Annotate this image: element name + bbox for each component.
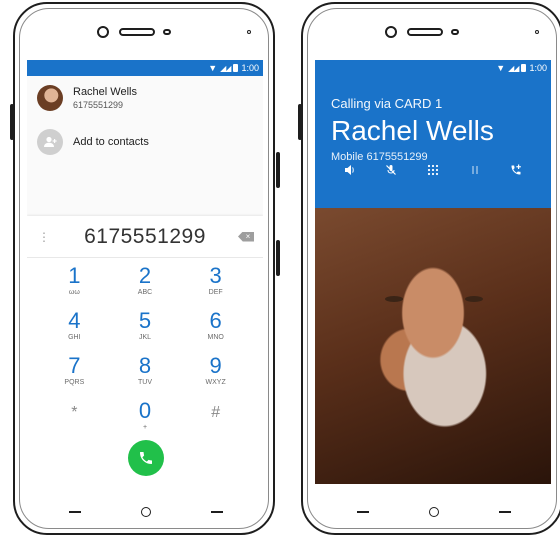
add-contact-icon: [37, 129, 63, 155]
key-7[interactable]: 7 PQRS: [39, 354, 110, 396]
front-camera: [97, 26, 109, 38]
dialpad-icon[interactable]: [423, 164, 443, 179]
indicator-dot: [535, 30, 539, 34]
call-button[interactable]: [128, 440, 164, 476]
status-time: 1:00: [241, 63, 259, 73]
mute-icon[interactable]: [381, 164, 401, 179]
signal-icon: ◢◢: [508, 63, 519, 73]
side-button: [276, 152, 280, 188]
nav-bar: [303, 507, 560, 517]
home-button[interactable]: [141, 507, 151, 517]
key-digit: 5: [138, 308, 152, 333]
speaker-icon[interactable]: [340, 164, 360, 179]
status-bar: ▼ ◢◢ 1:00: [315, 60, 551, 76]
recents-button[interactable]: [499, 511, 511, 513]
key-digit: 7: [68, 353, 81, 378]
photo-detail: [385, 296, 403, 302]
keypad: 1 ωω 2 ABC 3 DEF 4 GHI 5 JKL 6 MNO 7 PQRS 8 TUV …: [27, 258, 263, 441]
key-digit: 6: [209, 308, 222, 333]
key-digit: 8: [138, 353, 152, 378]
sensor: [163, 29, 171, 35]
home-button[interactable]: [429, 507, 439, 517]
digits-row: ⋮ 6175551299 ×: [27, 216, 263, 258]
status-bar: ▼ ◢◢ 1:00: [27, 60, 263, 76]
key-letters: DEF: [208, 289, 223, 296]
battery-icon: [521, 64, 527, 72]
back-button[interactable]: [69, 511, 81, 513]
battery-icon: [233, 64, 239, 72]
recents-button[interactable]: [211, 511, 223, 513]
dialpad: ⋮ 6175551299 × 1 ωω 2 ABC 3 DEF 4 GHI 5 JKL 6…: [27, 216, 263, 484]
key-hash[interactable]: #: [180, 399, 251, 441]
key-2[interactable]: 2 ABC: [110, 264, 181, 306]
key-star[interactable]: *: [39, 399, 110, 441]
caller-detail: Mobile 6175551299: [331, 151, 428, 163]
wifi-icon: ▼: [208, 63, 218, 73]
key-digit: *: [71, 404, 78, 421]
backspace-icon[interactable]: ×: [229, 231, 263, 242]
key-letters: GHI: [68, 334, 81, 341]
key-0[interactable]: 0 +: [110, 399, 181, 441]
key-digit: 1: [68, 263, 81, 288]
key-1[interactable]: 1 ωω: [39, 264, 110, 306]
earpiece: [119, 28, 155, 36]
key-letters: WXYZ: [205, 379, 226, 386]
back-button[interactable]: [357, 511, 369, 513]
key-letters: ABC: [137, 289, 153, 296]
key-digit: 2: [138, 263, 152, 288]
key-9[interactable]: 9 WXYZ: [180, 354, 251, 396]
dialed-digits[interactable]: 6175551299: [61, 225, 229, 249]
key-letters: MNO: [207, 334, 224, 341]
hold-icon[interactable]: [465, 164, 485, 179]
key-digit: 0: [138, 398, 152, 423]
side-button: [298, 104, 302, 140]
key-digit: #: [211, 404, 221, 421]
caller-name: Rachel Wells: [331, 115, 494, 146]
caller-photo: [315, 208, 551, 484]
contact-name: Rachel Wells: [73, 86, 137, 98]
key-letters: JKL: [138, 334, 152, 341]
call-actions: [315, 164, 551, 179]
key-letters: TUV: [137, 379, 152, 386]
dialer-screen: ▼ ◢◢ 1:00 Rachel Wells 6175551299 Add to…: [27, 60, 263, 484]
phone-left: ▼ ◢◢ 1:00 Rachel Wells 6175551299 Add to…: [10, 2, 280, 535]
wifi-icon: ▼: [496, 63, 506, 73]
status-time: 1:00: [529, 63, 547, 73]
earpiece: [407, 28, 443, 36]
side-button: [10, 104, 14, 140]
add-to-contacts[interactable]: Add to contacts: [27, 120, 263, 164]
photo-detail: [465, 296, 483, 302]
indicator-dot: [247, 30, 251, 34]
key-4[interactable]: 4 GHI: [39, 309, 110, 351]
overflow-menu-icon[interactable]: ⋮: [27, 230, 61, 244]
side-button: [276, 240, 280, 276]
contact-number: 6175551299: [73, 100, 124, 110]
calling-via: Calling via CARD 1: [331, 96, 443, 111]
key-digit: 3: [209, 263, 222, 288]
avatar: [37, 85, 63, 111]
key-digit: 4: [68, 308, 81, 333]
call-header: Calling via CARD 1 Rachel Wells Mobile 6…: [315, 76, 551, 208]
nav-bar: [15, 507, 277, 517]
phone-right: ▼ ◢◢ 1:00 Calling via CARD 1 Rachel Well…: [298, 2, 560, 535]
sensor: [451, 29, 459, 35]
key-8[interactable]: 8 TUV: [110, 354, 181, 396]
key-3[interactable]: 3 DEF: [180, 264, 251, 306]
key-6[interactable]: 6 MNO: [180, 309, 251, 351]
front-camera: [385, 26, 397, 38]
key-letters: +: [142, 424, 148, 431]
signal-icon: ◢◢: [220, 63, 231, 73]
key-5[interactable]: 5 JKL: [110, 309, 181, 351]
suggestion-rachel[interactable]: Rachel Wells 6175551299: [27, 76, 263, 120]
key-letters: ωω: [68, 289, 80, 296]
key-letters: PQRS: [64, 379, 85, 386]
key-digit: 9: [209, 353, 222, 378]
add-call-icon[interactable]: [506, 164, 526, 179]
incall-screen: ▼ ◢◢ 1:00 Calling via CARD 1 Rachel Well…: [315, 60, 551, 484]
phone-icon: [140, 452, 152, 464]
add-contacts-label: Add to contacts: [73, 136, 149, 148]
